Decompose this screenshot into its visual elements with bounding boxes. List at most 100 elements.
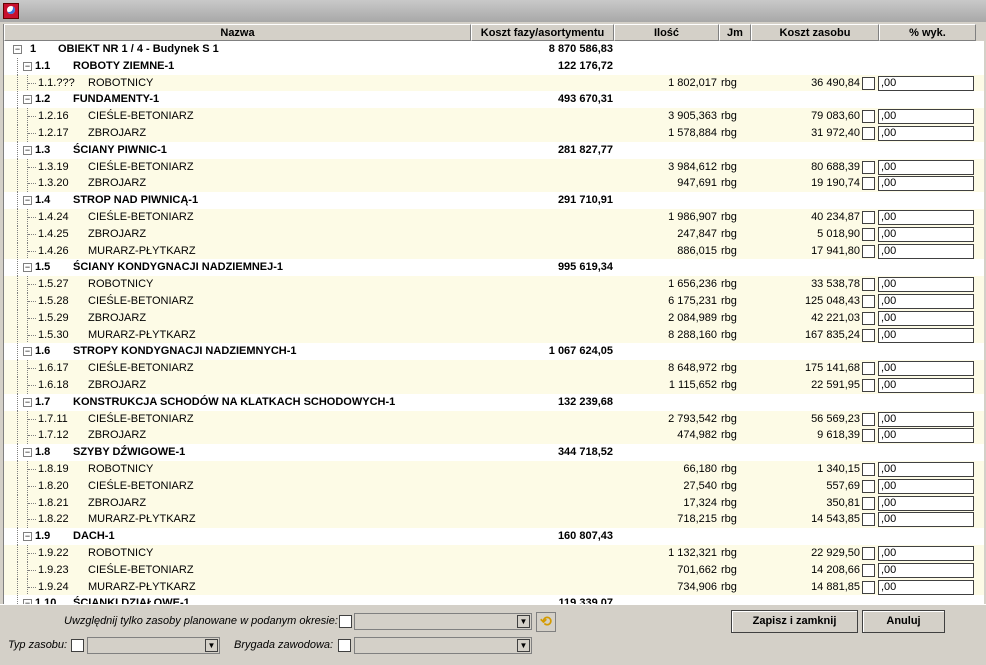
collapse-icon[interactable]: − xyxy=(23,61,32,71)
row-done-checkbox[interactable] xyxy=(862,496,875,510)
row-done-checkbox[interactable] xyxy=(862,462,875,476)
row-pct-input[interactable]: ,00 xyxy=(878,176,974,192)
tree-row-item[interactable]: 1.8.22 MURARZ-PŁYTKARZ 718,215 rbg 14 543,85… xyxy=(4,511,985,529)
tree-row-group[interactable]: −1.9 DACH-1 160 807,43 xyxy=(4,528,985,546)
row-done-checkbox[interactable] xyxy=(862,294,875,308)
row-done-checkbox[interactable] xyxy=(862,244,875,258)
tree-row-group[interactable]: −1.7 KONSTRUKCJA SCHODÓW NA KLATKACH SCHO… xyxy=(4,393,985,411)
tree-row-item[interactable]: 1.9.24 MURARZ-PŁYTKARZ 734,906 rbg 14 881,85… xyxy=(4,578,985,596)
row-pct-input[interactable]: ,00 xyxy=(878,461,974,477)
row-done-checkbox[interactable] xyxy=(862,429,875,443)
tree-row-item[interactable]: 1.7.11 CIEŚLE-BETONIARZ 2 793,542 rbg 56 569… xyxy=(4,410,985,428)
tree-row-item[interactable]: 1.6.17 CIEŚLE-BETONIARZ 8 648,972 rbg 175 14… xyxy=(4,360,985,378)
tree-row-item[interactable]: 1.5.30 MURARZ-PŁYTKARZ 8 288,160 rbg 167 835… xyxy=(4,326,985,344)
tree-row-group[interactable]: −1.4 STROP NAD PIWNICĄ-1 291 710,91 xyxy=(4,192,985,210)
row-pct-input[interactable]: ,00 xyxy=(878,226,974,242)
row-pct-input[interactable]: ,00 xyxy=(878,512,974,528)
tree-row-item[interactable]: 1.5.28 CIEŚLE-BETONIARZ 6 175,231 rbg 125 04… xyxy=(4,292,985,310)
tree-row-item[interactable]: 1.8.20 CIEŚLE-BETONIARZ 27,540 rbg 557,69 ,00 xyxy=(4,477,985,495)
typ-zasobu-select[interactable]: ▼ xyxy=(87,637,220,654)
row-done-checkbox[interactable] xyxy=(862,160,875,174)
row-pct-input[interactable]: ,00 xyxy=(878,562,974,578)
tree-row-group[interactable]: −1.10 ŚCIANKI DZIAŁOWE-1 119 339,07 xyxy=(4,595,985,604)
chevron-down-icon[interactable]: ▼ xyxy=(205,639,218,652)
collapse-icon[interactable]: − xyxy=(23,145,32,155)
tree-row-item[interactable]: 1.5.29 ZBROJARZ 2 084,989 rbg 42 221,03 ,00 xyxy=(4,309,985,327)
collapse-icon[interactable]: − xyxy=(13,45,22,54)
col-header-jm[interactable]: Jm xyxy=(719,24,751,41)
row-done-checkbox[interactable] xyxy=(862,378,875,392)
row-pct-input[interactable]: ,00 xyxy=(878,243,974,259)
row-done-checkbox[interactable] xyxy=(862,311,875,325)
row-pct-input[interactable]: ,00 xyxy=(878,109,974,125)
row-done-checkbox[interactable] xyxy=(862,177,875,191)
row-done-checkbox[interactable] xyxy=(862,513,875,527)
row-done-checkbox[interactable] xyxy=(862,362,875,376)
tree-row-group[interactable]: −1.2 FUNDAMENTY-1 493 670,31 xyxy=(4,91,985,109)
col-header-koszt-zasobu[interactable]: Koszt zasobu xyxy=(751,24,879,41)
typ-zasobu-checkbox[interactable] xyxy=(71,639,84,652)
row-done-checkbox[interactable] xyxy=(862,546,875,560)
chevron-down-icon[interactable]: ▼ xyxy=(517,639,530,652)
tree-row-item[interactable]: 1.4.26 MURARZ-PŁYTKARZ 886,015 rbg 17 941,80… xyxy=(4,242,985,260)
row-done-checkbox[interactable] xyxy=(862,210,875,224)
row-pct-input[interactable]: ,00 xyxy=(878,327,974,343)
row-pct-input[interactable]: ,00 xyxy=(878,209,974,225)
col-header-nazwa[interactable]: Nazwa xyxy=(4,24,471,41)
row-pct-input[interactable]: ,00 xyxy=(878,277,974,293)
row-pct-input[interactable]: ,00 xyxy=(878,75,974,91)
tree-row-item[interactable]: 1.3.20 ZBROJARZ 947,691 rbg 19 190,74 ,00 xyxy=(4,175,985,193)
row-pct-input[interactable]: ,00 xyxy=(878,545,974,561)
row-pct-input[interactable]: ,00 xyxy=(878,428,974,444)
resource-grid[interactable]: Nazwa Koszt fazy/asortymentu Ilość Jm Ko… xyxy=(3,24,985,604)
tree-row-item[interactable]: 1.7.12 ZBROJARZ 474,982 rbg 9 618,39 ,00 xyxy=(4,427,985,445)
chevron-down-icon[interactable]: ▼ xyxy=(517,615,530,628)
brygada-checkbox[interactable] xyxy=(338,639,351,652)
col-header-pct[interactable]: % wyk. xyxy=(879,24,976,41)
refresh-button[interactable] xyxy=(536,612,556,632)
tree-row-item[interactable]: 1.4.24 CIEŚLE-BETONIARZ 1 986,907 rbg 40 234… xyxy=(4,208,985,226)
row-done-checkbox[interactable] xyxy=(862,328,875,342)
period-select[interactable]: ▼ xyxy=(354,613,532,630)
app-icon[interactable] xyxy=(3,3,19,19)
tree-row-item[interactable]: 1.8.19 ROBOTNICY 66,180 rbg 1 340,15 ,00 xyxy=(4,460,985,478)
save-close-button[interactable]: Zapisz i zamknij xyxy=(731,610,858,633)
cancel-button[interactable]: Anuluj xyxy=(862,610,945,633)
tree-row-item[interactable]: 1.4.25 ZBROJARZ 247,847 rbg 5 018,90 ,00 xyxy=(4,225,985,243)
collapse-icon[interactable]: − xyxy=(23,95,32,105)
col-header-koszt-fazy[interactable]: Koszt fazy/asortymentu xyxy=(471,24,614,41)
tree-row-item[interactable]: 1.6.18 ZBROJARZ 1 115,652 rbg 22 591,95 ,00 xyxy=(4,376,985,394)
collapse-icon[interactable]: − xyxy=(23,532,32,542)
tree-row-item[interactable]: 1.1.??? ROBOTNICY 1 802,017 rbg 36 490,84 ,00 xyxy=(4,74,985,92)
row-pct-input[interactable]: ,00 xyxy=(878,293,974,309)
tree-row-group[interactable]: −1.6 STROPY KONDYGNACJI NADZIEMNYCH-1 1 06… xyxy=(4,343,985,361)
row-pct-input[interactable]: ,00 xyxy=(878,411,974,427)
row-pct-input[interactable]: ,00 xyxy=(878,478,974,494)
col-header-ilosc[interactable]: Ilość xyxy=(614,24,719,41)
tree-row-item[interactable]: 1.9.23 CIEŚLE-BETONIARZ 701,662 rbg 14 208,6… xyxy=(4,561,985,579)
collapse-icon[interactable]: − xyxy=(23,347,32,357)
tree-row-group[interactable]: −1.3 ŚCIANY PIWNIC-1 281 827,77 xyxy=(4,141,985,159)
row-done-checkbox[interactable] xyxy=(862,479,875,493)
collapse-icon[interactable]: − xyxy=(23,196,32,206)
tree-row-item[interactable]: 1.9.22 ROBOTNICY 1 132,321 rbg 22 929,50 ,00 xyxy=(4,544,985,562)
row-done-checkbox[interactable] xyxy=(862,126,875,140)
tree-row-group[interactable]: −1.1 ROBOTY ZIEMNE-1 122 176,72 xyxy=(4,57,985,75)
row-done-checkbox[interactable] xyxy=(862,110,875,124)
collapse-icon[interactable]: − xyxy=(23,397,32,407)
tree-row-item[interactable]: 1.3.19 CIEŚLE-BETONIARZ 3 984,612 rbg 80 688… xyxy=(4,158,985,176)
row-pct-input[interactable]: ,00 xyxy=(878,159,974,175)
row-done-checkbox[interactable] xyxy=(862,76,875,90)
tree-row-item[interactable]: 1.2.16 CIEŚLE-BETONIARZ 3 905,363 rbg 79 083… xyxy=(4,108,985,126)
tree-row-group[interactable]: −1.8 SZYBY DŹWIGOWE-1 344 718,52 xyxy=(4,444,985,462)
row-pct-input[interactable]: ,00 xyxy=(878,377,974,393)
row-pct-input[interactable]: ,00 xyxy=(878,361,974,377)
row-pct-input[interactable]: ,00 xyxy=(878,495,974,511)
tree-row-item[interactable]: 1.8.21 ZBROJARZ 17,324 rbg 350,81 ,00 xyxy=(4,494,985,512)
row-pct-input[interactable]: ,00 xyxy=(878,310,974,326)
row-pct-input[interactable]: ,00 xyxy=(878,579,974,595)
row-done-checkbox[interactable] xyxy=(862,227,875,241)
tree-row-item[interactable]: 1.5.27 ROBOTNICY 1 656,236 rbg 33 538,78 ,00 xyxy=(4,276,985,294)
tree-row-item[interactable]: 1.2.17 ZBROJARZ 1 578,884 rbg 31 972,40 ,00 xyxy=(4,124,985,142)
row-done-checkbox[interactable] xyxy=(862,563,875,577)
